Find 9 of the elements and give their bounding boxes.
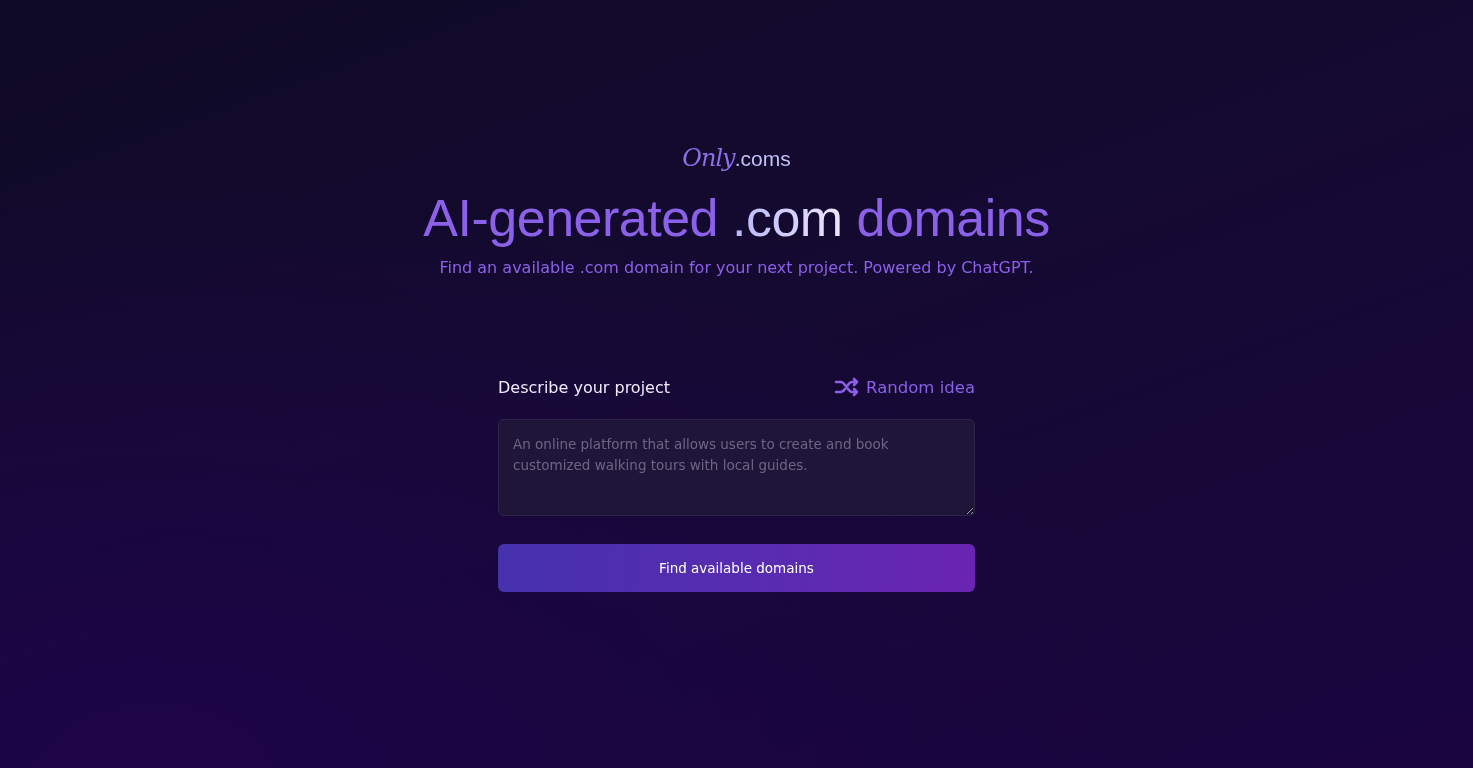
find-domains-button[interactable]: Find available domains xyxy=(498,544,975,592)
logo-script: Only xyxy=(682,144,735,172)
headline: AI-generated .com domains xyxy=(423,188,1050,248)
random-idea-link[interactable]: Random idea xyxy=(834,377,975,397)
shuffle-icon xyxy=(834,377,861,397)
project-description-field[interactable]: An online platform that allows users to create and book customized walking tours with local guides. xyxy=(498,419,975,516)
subtitle: Find an available .com domain for your next project. Powered by ChatGPT. xyxy=(439,258,1034,277)
logo-suffix: .coms xyxy=(734,147,791,170)
field-label: Describe your project xyxy=(498,377,670,397)
